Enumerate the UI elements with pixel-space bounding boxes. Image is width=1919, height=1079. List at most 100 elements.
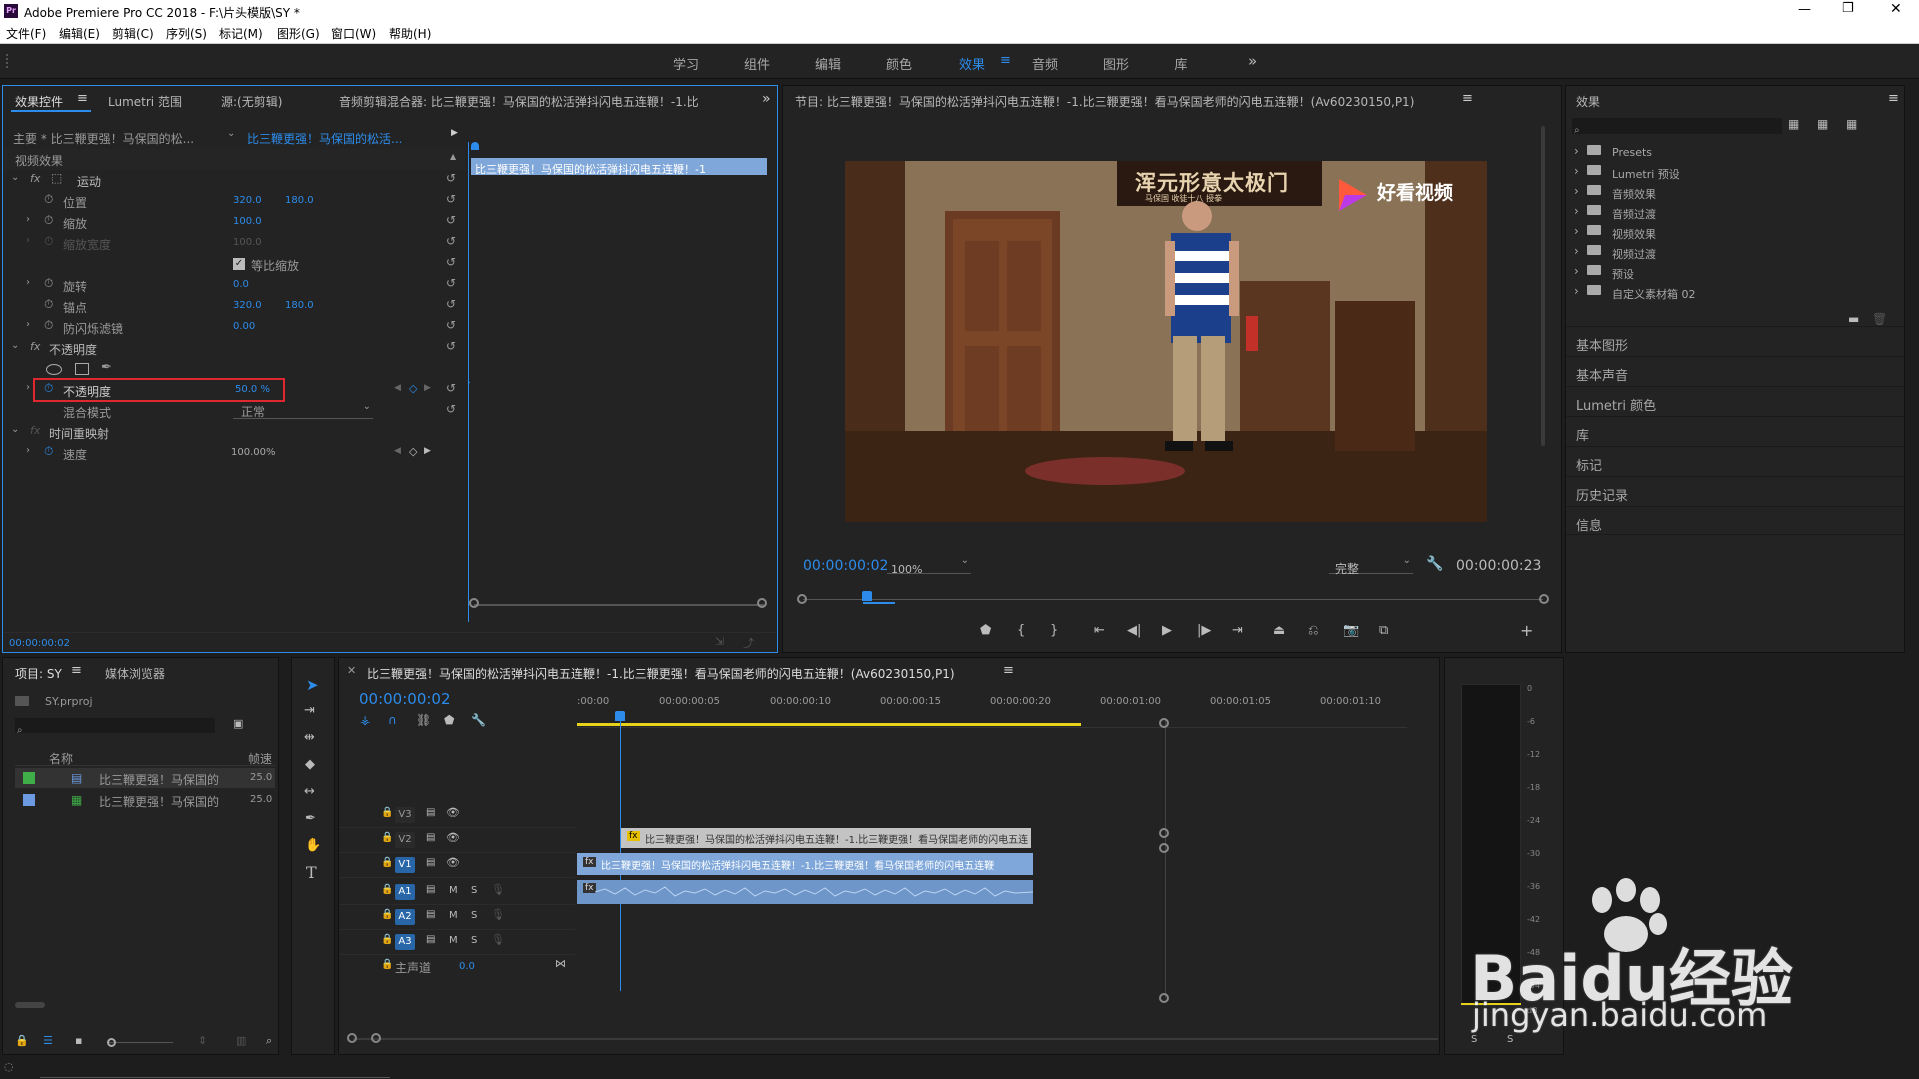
play-only-icon[interactable]: ▶ [451,128,458,138]
master-clip-label[interactable]: 主要 * 比三鞭更强！马保国的松... [13,130,194,147]
timeline-timecode[interactable]: 00:00:00:02 [359,690,451,708]
sync-lock-icon[interactable]: ▤ [426,934,435,945]
zoom-slider[interactable] [107,1042,173,1043]
tab-menu-icon[interactable]: ≡ [71,663,82,678]
scroll-right-handle[interactable] [371,1033,381,1043]
chevron-right-icon[interactable]: › [26,319,30,330]
clip-v2[interactable]: fx 比三鞭更强！马保国的松活弹抖闪电五连鞭！-1.比三鞭更强！看马保国老师的闪… [621,828,1031,848]
effects-tree-video-transitions[interactable]: › 视频过渡 [1566,242,1896,262]
panel-menu-icon[interactable]: ≡ [1888,91,1899,106]
stopwatch-icon[interactable]: ⏱ [44,234,53,249]
mute-button[interactable]: M [449,910,458,921]
type-tool-icon[interactable]: T [306,863,317,882]
workspace-menu-icon[interactable]: ≡ [1000,53,1011,68]
scrubber-playhead[interactable] [862,591,872,601]
tab-menu-icon[interactable]: ≡ [1003,663,1014,678]
step-back-icon[interactable]: ◀| [1127,623,1141,638]
transform-icon[interactable]: ⬚ [51,171,62,185]
chevron-right-icon[interactable]: › [26,277,30,288]
microphone-icon[interactable]: 🎙 [491,933,505,946]
microphone-icon[interactable]: 🎙 [491,908,505,921]
menu-help[interactable]: 帮助(H) [389,25,431,42]
fx-badge-icon[interactable]: fx [30,340,40,353]
stopwatch-icon[interactable]: ⏱ [44,213,53,228]
blend-mode-select[interactable]: 正常 ⌄ [233,401,373,419]
mute-button[interactable]: M [449,885,458,896]
effects-tree-audio-transitions[interactable]: › 音频过渡 [1566,202,1896,222]
scroll-handle[interactable] [1159,993,1169,1003]
reset-uniform-icon[interactable]: ↺ [446,255,456,269]
lock-icon[interactable]: 🔒 [381,807,393,818]
stopwatch-icon[interactable]: ⏱ [44,444,53,459]
lock-icon[interactable]: 🔒 [381,934,393,945]
stopwatch-icon[interactable]: ⏱ [44,192,53,207]
reset-flicker-icon[interactable]: ↺ [446,318,456,332]
section-essential-sound[interactable]: 基本声音 [1566,356,1904,385]
go-to-in-icon[interactable]: ⇤ [1094,623,1105,638]
rotation-value[interactable]: 0.0 [233,279,249,290]
track-target-a3[interactable]: A3 [395,934,415,950]
effects-tree-custom-bin[interactable]: › 自定义素材箱 02 [1566,282,1896,302]
anchor-x-value[interactable]: 320.0 [233,300,262,311]
chevron-down-icon[interactable]: ⌄ [227,128,235,139]
lock-icon[interactable]: 🔒 [381,832,393,843]
minimize-icon[interactable]: — [1798,2,1811,17]
eye-icon[interactable]: 👁 [446,806,460,819]
anchor-y-value[interactable]: 180.0 [285,300,314,311]
fx-badge-icon[interactable]: fx [30,424,40,437]
section-lumetri-color[interactable]: Lumetri 颜色 [1566,386,1904,415]
menu-marker[interactable]: 标记(M) [219,25,263,42]
step-forward-icon[interactable]: |▶ [1197,623,1211,638]
clip-a1[interactable]: fx [577,880,1033,904]
section-history[interactable]: 历史记录 [1566,476,1904,505]
status-indicator-icon[interactable]: ◌ [4,1060,14,1073]
ripple-edit-tool-icon[interactable]: ⇹ [304,730,315,745]
monitor-vertical-scrollbar[interactable] [1541,126,1545,446]
next-keyframe-icon[interactable]: ▶ [424,446,431,456]
pen-mask-icon[interactable]: ✒ [101,360,112,375]
add-marker-icon[interactable]: ⬟ [980,623,991,638]
delete-icon[interactable]: 🗑 [1872,312,1887,326]
menu-file[interactable]: 文件(F) [6,25,46,42]
timeline-settings-icon[interactable]: 🔧 [471,713,486,727]
microphone-icon[interactable]: 🎙 [491,883,505,896]
mini-timeline[interactable]: 比三鞭更强！马保国的松活弹抖闪电五连鞭！-1 › [467,142,778,622]
button-editor-icon[interactable]: + [1520,621,1533,640]
restore-icon[interactable]: ❐ [1842,1,1854,16]
workspace-editing[interactable]: 编辑 [798,54,858,73]
timeline-horizontal-scrollbar[interactable] [353,1038,1438,1040]
panel-menu-icon[interactable]: ≡ [1462,91,1473,106]
flicker-value[interactable]: 0.00 [233,321,255,332]
eye-icon[interactable]: 👁 [446,856,460,869]
work-area-bar[interactable] [577,723,1081,726]
icon-view-icon[interactable]: ▪ [75,1034,82,1047]
find-icon[interactable]: ⌕ [266,1034,272,1048]
program-scrubber[interactable] [797,591,1549,605]
effects-tree-presets[interactable]: › Presets [1566,142,1896,162]
prev-keyframe-icon[interactable]: ◀ [394,446,401,456]
section-markers[interactable]: 标记 [1566,446,1904,475]
effects-tree-presets-cn[interactable]: › 预设 [1566,262,1896,282]
quality-select[interactable]: 完整 ⌄ [1329,555,1413,576]
solo-button[interactable]: S [471,935,477,946]
tab-project[interactable]: 项目: SY [15,665,62,682]
mini-scrollbar[interactable] [474,604,764,606]
reset-blend-icon[interactable]: ↺ [446,402,456,416]
column-fps[interactable]: 帧速 [248,750,272,767]
zoom-select[interactable]: 100% ⌄ [887,555,971,576]
new-bin-from-search-icon[interactable]: ▣ [233,717,243,730]
snap-icon[interactable]: ∩ [388,713,397,727]
pen-tool-icon[interactable]: ✒ [305,811,316,826]
workspace-color[interactable]: 颜色 [869,54,929,73]
automate-icon[interactable]: ▥ [236,1034,246,1047]
menu-sequence[interactable]: 序列(S) [166,25,207,42]
reset-scale-width-icon[interactable]: ↺ [446,234,456,248]
tab-audio-clip-mixer[interactable]: 音频剪辑混合器: 比三鞭更强！马保国的松活弹抖闪电五连鞭！-1.比 [339,93,744,110]
lock-icon[interactable]: 🔒 [381,857,393,868]
effects-tree-video-effects[interactable]: › 视频效果 [1566,222,1896,242]
workspace-learn[interactable]: 学习 [656,54,716,73]
chevron-right-icon[interactable]: › [26,235,30,246]
scroll-handle[interactable] [1159,718,1169,728]
effects-search-input[interactable]: ⌕ [1572,118,1782,136]
reset-rotation-icon[interactable]: ↺ [446,276,456,290]
